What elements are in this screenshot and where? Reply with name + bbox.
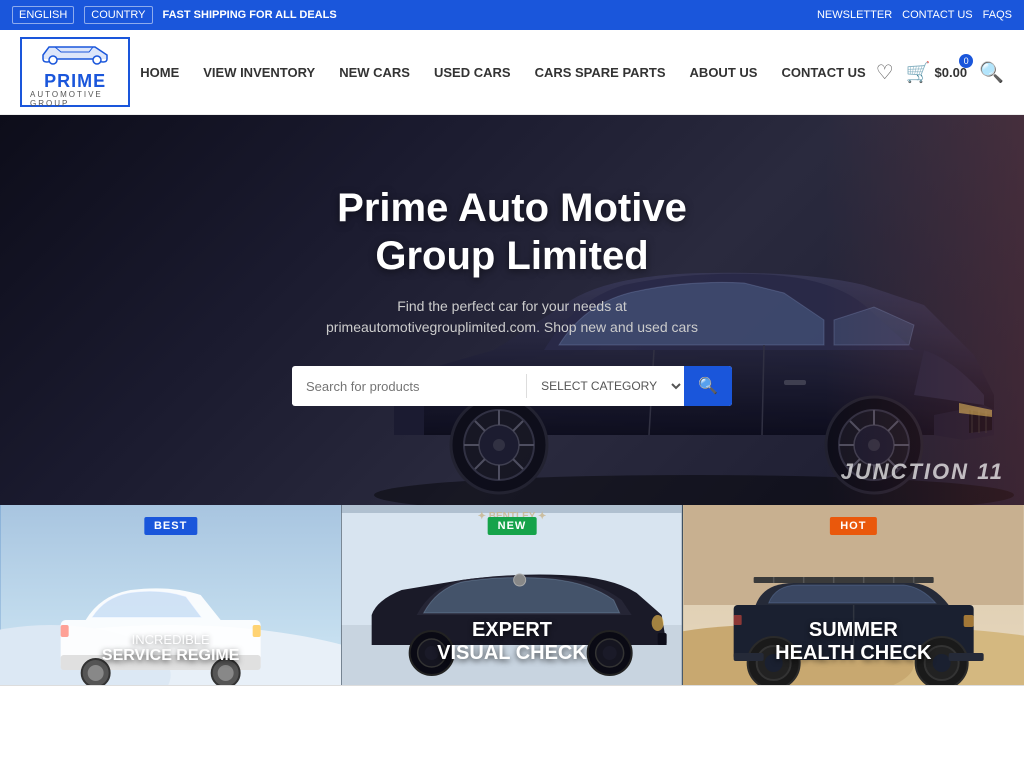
cart-button[interactable]: 🛒 0 $0.00 — [906, 60, 967, 85]
faqs-link[interactable]: FAQS — [983, 9, 1012, 21]
search-input[interactable] — [292, 369, 526, 404]
card-1-badge: BEST — [144, 517, 197, 535]
logo-brand: PRIME — [44, 72, 106, 90]
header: PRIME AUTOMOTIVE GROUP HOME VIEW INVENTO… — [0, 30, 1024, 115]
card-2-title: EXPERT VISUAL CHECK — [341, 619, 682, 665]
bottom-bar — [0, 685, 1024, 735]
category-select[interactable]: SELECT CATEGORY — [527, 368, 684, 404]
hero-subtitle: Find the perfect car for your needs at p… — [292, 296, 732, 338]
wishlist-icon[interactable]: ♡ — [876, 60, 894, 85]
logo[interactable]: PRIME AUTOMOTIVE GROUP — [20, 37, 130, 107]
cart-icon: 🛒 — [906, 60, 931, 85]
hero-section: Prime Auto Motive Group Limited Find the… — [0, 115, 1024, 505]
card-expert-check[interactable]: ✦ BENTLEY ✦ NEW EXPERT VISUAL CHECK — [341, 505, 682, 685]
nav-used-cars[interactable]: USED CARS — [424, 57, 521, 88]
hero-watermark: JUNCTION 11 — [841, 459, 1004, 485]
nav-cars-spare-parts[interactable]: CARS SPARE PARTS — [525, 57, 676, 88]
card-1-title: INCREDIBLE SERVICE REGIME — [0, 632, 341, 665]
header-icons: ♡ 🛒 0 $0.00 🔍 — [876, 60, 1004, 85]
card-3-badge: HOT — [830, 517, 876, 535]
nav-home[interactable]: HOME — [130, 57, 189, 88]
search-toggle-button[interactable]: 🔍 — [979, 60, 1004, 85]
card-health-check[interactable]: HOT SUMMER HEALTH CHECK — [683, 505, 1024, 685]
newsletter-link[interactable]: NEWSLETTER — [817, 9, 892, 21]
logo-car-icon — [35, 37, 115, 72]
nav-view-inventory[interactable]: VIEW INVENTORY — [193, 57, 325, 88]
nav-about-us[interactable]: ABOUT US — [680, 57, 768, 88]
search-submit-icon: 🔍 — [698, 378, 718, 395]
contact-us-link-topbar[interactable]: CONTACT US — [902, 9, 973, 21]
hero-search-bar: SELECT CATEGORY 🔍 — [292, 366, 732, 406]
card-3-title: SUMMER HEALTH CHECK — [683, 619, 1024, 665]
cart-badge: 0 — [959, 54, 973, 68]
shipping-text: FAST SHIPPING FOR ALL DEALS — [163, 9, 337, 21]
nav-new-cars[interactable]: NEW CARS — [329, 57, 420, 88]
card-2-badge: NEW — [488, 517, 537, 535]
cards-section: BEST INCREDIBLE SERVICE REGIME — [0, 505, 1024, 685]
nav-contact-us[interactable]: CONTACT US — [771, 57, 875, 88]
hero-content: Prime Auto Motive Group Limited Find the… — [292, 184, 732, 436]
hero-title: Prime Auto Motive Group Limited — [292, 184, 732, 280]
country-selector[interactable]: COUNTRY — [84, 6, 152, 24]
language-selector[interactable]: ENGLISH — [12, 6, 74, 24]
top-bar-left: ENGLISH COUNTRY FAST SHIPPING FOR ALL DE… — [12, 6, 337, 24]
search-submit-button[interactable]: 🔍 — [684, 366, 732, 406]
top-bar-right: NEWSLETTER CONTACT US FAQS — [817, 9, 1012, 21]
main-nav: HOME VIEW INVENTORY NEW CARS USED CARS C… — [130, 57, 875, 88]
logo-sub: AUTOMOTIVE GROUP — [30, 90, 120, 108]
card-service-regime[interactable]: BEST INCREDIBLE SERVICE REGIME — [0, 505, 341, 685]
top-bar: ENGLISH COUNTRY FAST SHIPPING FOR ALL DE… — [0, 0, 1024, 30]
hero-side-cars — [824, 115, 1024, 505]
